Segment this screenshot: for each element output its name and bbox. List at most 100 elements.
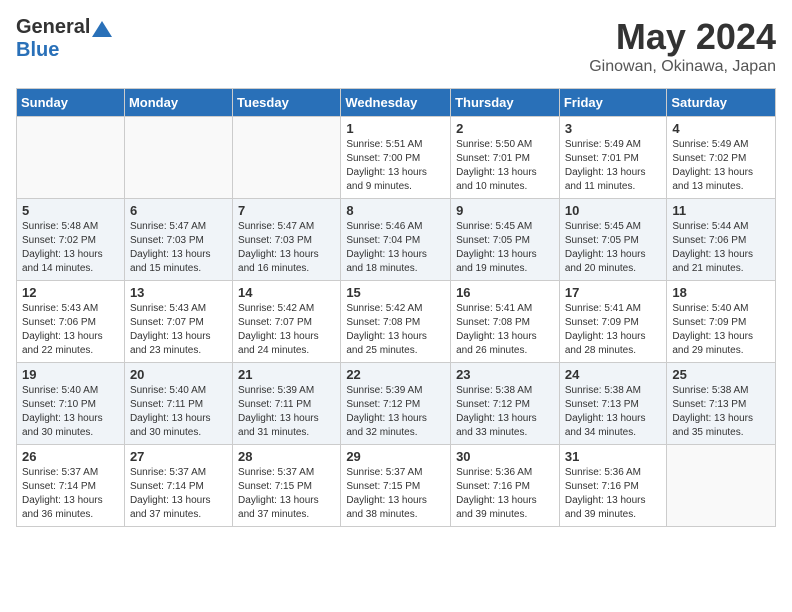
- day-info: Sunrise: 5:43 AM Sunset: 7:07 PM Dayligh…: [130, 302, 227, 358]
- calendar-week-row: 12 Sunrise: 5:43 AM Sunset: 7:06 PM Dayli…: [17, 281, 776, 363]
- day-info: Sunrise: 5:38 AM Sunset: 7:13 PM Dayligh…: [565, 384, 662, 440]
- calendar-cell: [233, 117, 341, 199]
- day-info: Sunrise: 5:38 AM Sunset: 7:12 PM Dayligh…: [456, 384, 554, 440]
- page-header: General Blue May 2024 Ginowan, Okinawa, …: [16, 16, 776, 76]
- calendar-cell: [124, 117, 232, 199]
- calendar-cell: [17, 117, 125, 199]
- calendar-table: SundayMondayTuesdayWednesdayThursdayFrid…: [16, 88, 776, 527]
- calendar-cell: 26 Sunrise: 5:37 AM Sunset: 7:14 PM Dayli…: [17, 445, 125, 527]
- calendar-cell: 17 Sunrise: 5:41 AM Sunset: 7:09 PM Dayli…: [559, 281, 667, 363]
- day-number: 28: [238, 449, 335, 464]
- day-number: 16: [456, 285, 554, 300]
- day-info: Sunrise: 5:47 AM Sunset: 7:03 PM Dayligh…: [130, 220, 227, 276]
- day-number: 21: [238, 367, 335, 382]
- day-info: Sunrise: 5:37 AM Sunset: 7:15 PM Dayligh…: [238, 466, 335, 522]
- calendar-week-row: 1 Sunrise: 5:51 AM Sunset: 7:00 PM Daylig…: [17, 117, 776, 199]
- calendar-cell: 8Sunrise: 5:46 AM Sunset: 7:04 PM Daylig…: [341, 199, 451, 281]
- day-info: Sunrise: 5:42 AM Sunset: 7:08 PM Dayligh…: [346, 302, 445, 358]
- calendar-cell: 5 Sunrise: 5:48 AM Sunset: 7:02 PM Daylig…: [17, 199, 125, 281]
- day-info: Sunrise: 5:48 AM Sunset: 7:02 PM Dayligh…: [22, 220, 119, 276]
- day-number: 10: [565, 203, 662, 218]
- weekday-header-friday: Friday: [559, 89, 667, 117]
- calendar-cell: 13 Sunrise: 5:43 AM Sunset: 7:07 PM Dayli…: [124, 281, 232, 363]
- day-number: 25: [672, 367, 770, 382]
- calendar-cell: 2Sunrise: 5:50 AM Sunset: 7:01 PM Daylig…: [451, 117, 560, 199]
- day-number: 5: [22, 203, 119, 218]
- weekday-header-tuesday: Tuesday: [233, 89, 341, 117]
- calendar-cell: 20 Sunrise: 5:40 AM Sunset: 7:11 PM Dayli…: [124, 363, 232, 445]
- day-info: Sunrise: 5:47 AM Sunset: 7:03 PM Dayligh…: [238, 220, 335, 276]
- calendar-cell: 6Sunrise: 5:47 AM Sunset: 7:03 PM Daylig…: [124, 199, 232, 281]
- day-info: Sunrise: 5:37 AM Sunset: 7:14 PM Dayligh…: [130, 466, 227, 522]
- calendar-cell: 4 Sunrise: 5:49 AM Sunset: 7:02 PM Daylig…: [667, 117, 776, 199]
- day-info: Sunrise: 5:39 AM Sunset: 7:11 PM Dayligh…: [238, 384, 335, 440]
- calendar-week-row: 19 Sunrise: 5:40 AM Sunset: 7:10 PM Dayli…: [17, 363, 776, 445]
- weekday-header-monday: Monday: [124, 89, 232, 117]
- day-number: 11: [672, 203, 770, 218]
- day-number: 8: [346, 203, 445, 218]
- weekday-header-sunday: Sunday: [17, 89, 125, 117]
- logo: General Blue: [16, 16, 112, 62]
- calendar-cell: 29Sunrise: 5:37 AM Sunset: 7:15 PM Dayli…: [341, 445, 451, 527]
- calendar-cell: 31Sunrise: 5:36 AM Sunset: 7:16 PM Dayli…: [559, 445, 667, 527]
- weekday-header-wednesday: Wednesday: [341, 89, 451, 117]
- day-number: 7: [238, 203, 335, 218]
- day-info: Sunrise: 5:44 AM Sunset: 7:06 PM Dayligh…: [672, 220, 770, 276]
- day-number: 1: [346, 121, 445, 136]
- calendar-week-row: 5 Sunrise: 5:48 AM Sunset: 7:02 PM Daylig…: [17, 199, 776, 281]
- day-info: Sunrise: 5:39 AM Sunset: 7:12 PM Dayligh…: [346, 384, 445, 440]
- day-number: 12: [22, 285, 119, 300]
- calendar-cell: [667, 445, 776, 527]
- weekday-header-thursday: Thursday: [451, 89, 560, 117]
- day-info: Sunrise: 5:42 AM Sunset: 7:07 PM Dayligh…: [238, 302, 335, 358]
- day-info: Sunrise: 5:40 AM Sunset: 7:11 PM Dayligh…: [130, 384, 227, 440]
- day-info: Sunrise: 5:40 AM Sunset: 7:09 PM Dayligh…: [672, 302, 770, 358]
- day-number: 14: [238, 285, 335, 300]
- day-info: Sunrise: 5:38 AM Sunset: 7:13 PM Dayligh…: [672, 384, 770, 440]
- calendar-cell: 25 Sunrise: 5:38 AM Sunset: 7:13 PM Dayli…: [667, 363, 776, 445]
- day-info: Sunrise: 5:51 AM Sunset: 7:00 PM Dayligh…: [346, 138, 445, 194]
- day-info: Sunrise: 5:50 AM Sunset: 7:01 PM Dayligh…: [456, 138, 554, 194]
- day-info: Sunrise: 5:41 AM Sunset: 7:08 PM Dayligh…: [456, 302, 554, 358]
- day-info: Sunrise: 5:41 AM Sunset: 7:09 PM Dayligh…: [565, 302, 662, 358]
- logo-triangle-icon: [92, 19, 112, 39]
- day-info: Sunrise: 5:40 AM Sunset: 7:10 PM Dayligh…: [22, 384, 119, 440]
- calendar-cell: 1 Sunrise: 5:51 AM Sunset: 7:00 PM Daylig…: [341, 117, 451, 199]
- calendar-cell: 7 Sunrise: 5:47 AM Sunset: 7:03 PM Daylig…: [233, 199, 341, 281]
- day-info: Sunrise: 5:37 AM Sunset: 7:15 PM Dayligh…: [346, 466, 445, 522]
- calendar-cell: 28 Sunrise: 5:37 AM Sunset: 7:15 PM Dayli…: [233, 445, 341, 527]
- calendar-cell: 12 Sunrise: 5:43 AM Sunset: 7:06 PM Dayli…: [17, 281, 125, 363]
- day-info: Sunrise: 5:36 AM Sunset: 7:16 PM Dayligh…: [456, 466, 554, 522]
- calendar-cell: 21 Sunrise: 5:39 AM Sunset: 7:11 PM Dayli…: [233, 363, 341, 445]
- calendar-cell: 22 Sunrise: 5:39 AM Sunset: 7:12 PM Dayli…: [341, 363, 451, 445]
- calendar-cell: 24 Sunrise: 5:38 AM Sunset: 7:13 PM Dayli…: [559, 363, 667, 445]
- day-number: 20: [130, 367, 227, 382]
- day-number: 9: [456, 203, 554, 218]
- calendar-cell: 30Sunrise: 5:36 AM Sunset: 7:16 PM Dayli…: [451, 445, 560, 527]
- calendar-cell: 18 Sunrise: 5:40 AM Sunset: 7:09 PM Dayli…: [667, 281, 776, 363]
- calendar-week-row: 26 Sunrise: 5:37 AM Sunset: 7:14 PM Dayli…: [17, 445, 776, 527]
- calendar-cell: 19 Sunrise: 5:40 AM Sunset: 7:10 PM Dayli…: [17, 363, 125, 445]
- day-info: Sunrise: 5:49 AM Sunset: 7:01 PM Dayligh…: [565, 138, 662, 194]
- day-number: 24: [565, 367, 662, 382]
- day-number: 4: [672, 121, 770, 136]
- calendar-cell: 11 Sunrise: 5:44 AM Sunset: 7:06 PM Dayli…: [667, 199, 776, 281]
- day-number: 18: [672, 285, 770, 300]
- day-info: Sunrise: 5:49 AM Sunset: 7:02 PM Dayligh…: [672, 138, 770, 194]
- weekday-header-saturday: Saturday: [667, 89, 776, 117]
- month-year-title: May 2024: [589, 16, 776, 58]
- day-number: 22: [346, 367, 445, 382]
- day-number: 13: [130, 285, 227, 300]
- calendar-cell: 27Sunrise: 5:37 AM Sunset: 7:14 PM Dayli…: [124, 445, 232, 527]
- calendar-cell: 14 Sunrise: 5:42 AM Sunset: 7:07 PM Dayli…: [233, 281, 341, 363]
- day-info: Sunrise: 5:43 AM Sunset: 7:06 PM Dayligh…: [22, 302, 119, 358]
- day-info: Sunrise: 5:37 AM Sunset: 7:14 PM Dayligh…: [22, 466, 119, 522]
- day-info: Sunrise: 5:45 AM Sunset: 7:05 PM Dayligh…: [456, 220, 554, 276]
- logo-general-text: General: [16, 16, 90, 39]
- day-number: 15: [346, 285, 445, 300]
- day-number: 19: [22, 367, 119, 382]
- day-info: Sunrise: 5:36 AM Sunset: 7:16 PM Dayligh…: [565, 466, 662, 522]
- day-number: 26: [22, 449, 119, 464]
- day-number: 17: [565, 285, 662, 300]
- day-number: 23: [456, 367, 554, 382]
